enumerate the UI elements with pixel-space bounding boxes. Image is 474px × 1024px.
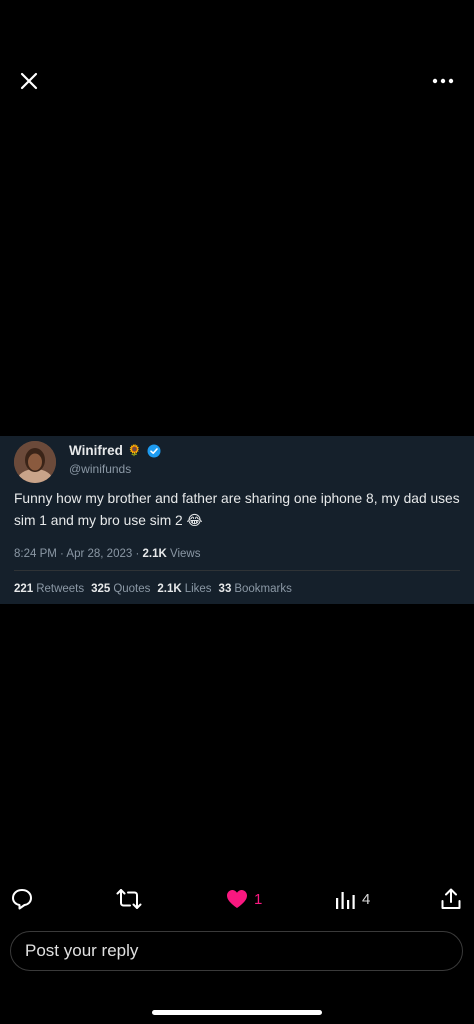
sunflower-emoji: 🌻 xyxy=(127,445,142,457)
action-bar: 1 4 xyxy=(0,880,474,918)
share-button[interactable] xyxy=(440,880,462,918)
reply-button[interactable] xyxy=(10,880,34,918)
repost-button[interactable] xyxy=(116,880,142,918)
reply-icon xyxy=(12,889,32,910)
avatar xyxy=(14,441,56,483)
views-count-action: 4 xyxy=(362,890,371,908)
stat-quotes: 325 Quotes xyxy=(91,583,151,595)
verified-badge-icon xyxy=(147,444,161,457)
views-icon xyxy=(336,892,355,909)
author-name: Winifred xyxy=(69,443,123,458)
tweet-stats: 221 Retweets 325 Quotes 2.1K Likes 33 Bookma… xyxy=(14,583,292,595)
more-options-button[interactable] xyxy=(426,66,460,96)
home-indicator[interactable] xyxy=(152,1010,322,1015)
like-count: 1 xyxy=(254,890,263,908)
stat-retweets: 221 Retweets xyxy=(14,583,85,595)
media-viewer: Winifred 🌻 @winifunds Funny how my broth… xyxy=(0,0,474,1024)
share-icon xyxy=(441,888,461,909)
views-button[interactable]: 4 xyxy=(334,880,370,918)
tweet-meta: 8:24 PM · Apr 28, 2023 · 2.1K Views xyxy=(14,548,200,560)
reply-placeholder: Post your reply xyxy=(25,941,139,960)
stat-likes: 2.1K Likes xyxy=(157,583,212,595)
stat-bookmarks: 33 Bookmarks xyxy=(218,583,292,595)
like-button[interactable]: 1 xyxy=(226,880,262,918)
close-icon xyxy=(20,72,38,90)
tweet-text: Funny how my brother and father are shar… xyxy=(14,491,460,528)
close-button[interactable] xyxy=(14,66,44,96)
author-handle: @winifunds xyxy=(69,462,132,476)
reply-input[interactable]: Post your reply xyxy=(10,931,463,971)
views-count: 2.1K xyxy=(142,548,167,560)
heart-icon xyxy=(227,890,247,908)
tweet-screenshot-image[interactable]: Winifred 🌻 @winifunds Funny how my broth… xyxy=(0,436,474,604)
views-label: Views xyxy=(170,548,201,560)
author-name-row: Winifred 🌻 xyxy=(69,443,161,458)
divider xyxy=(14,570,460,571)
repost-icon xyxy=(116,889,142,909)
more-icon xyxy=(432,78,454,84)
tweet-time: 8:24 PM · Apr 28, 2023 · xyxy=(14,548,140,560)
